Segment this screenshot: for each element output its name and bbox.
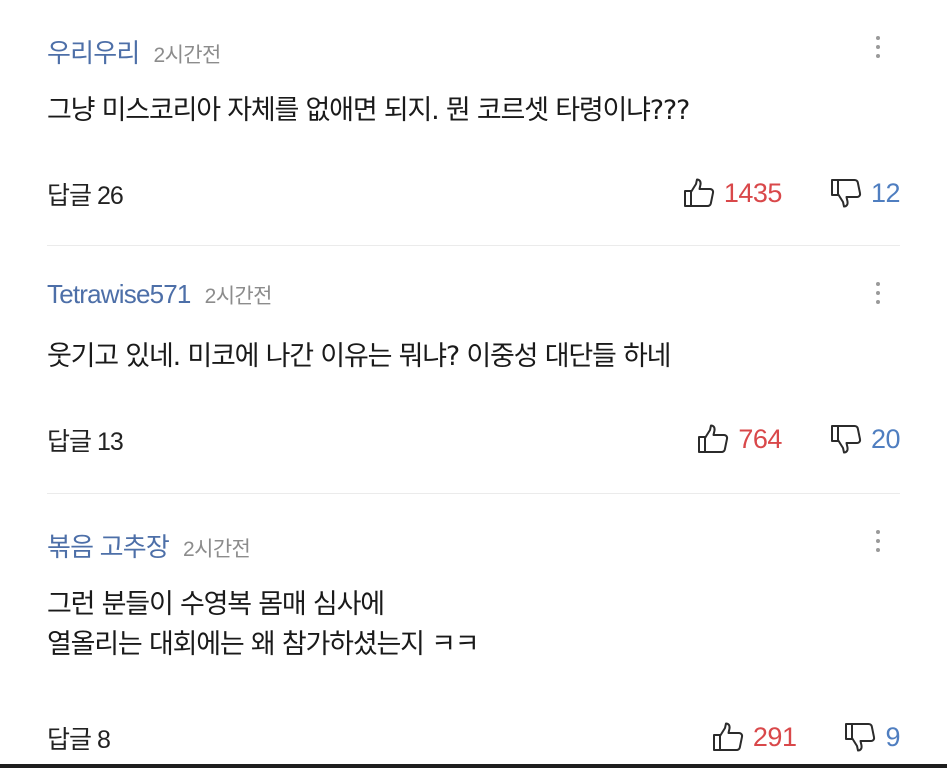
comment-footer: 답글 26 1435 12 (47, 172, 901, 214)
dislike-button[interactable]: 9 (844, 722, 900, 753)
comment-body-line: 열올리는 대회에는 왜 참가하셨는지 ㅋㅋ (47, 629, 480, 660)
thumbs-up-icon (683, 178, 714, 207)
reply-button[interactable]: 답글 13 (47, 422, 124, 458)
thumbs-down-icon (830, 179, 862, 208)
comment-meta: 우리우리 2시간전 (47, 33, 221, 69)
comment-author[interactable]: Tetrawise571 (47, 279, 191, 310)
comment-body: 웃기고 있네. 미코에 나간 이유는 뭐냐? 이중성 대단들 하네 (47, 337, 900, 377)
comment-item: 볶음 고추장 2시간전 그런 분들이 수영복 몸매 심사에 열올리는 대회에는 … (47, 494, 900, 768)
comment-time: 2시간전 (153, 44, 221, 67)
vote-group: 1435 12 (683, 172, 901, 214)
comment-author[interactable]: 볶음 고추장 (47, 527, 170, 564)
vote-group: 764 20 (697, 418, 901, 460)
comment-footer: 답글 13 764 20 (47, 418, 901, 460)
like-button[interactable]: 291 (712, 722, 797, 753)
comment-body-line: 그런 분들이 수영복 몸매 심사에 (47, 589, 385, 620)
comment-time: 2시간전 (204, 285, 273, 308)
comment-body: 그냥 미스코리아 자체를 없애면 되지. 뭔 코르셋 타령이냐??? (47, 91, 900, 131)
comment-item: 우리우리 2시간전 그냥 미스코리아 자체를 없애면 되지. 뭔 코르셋 타령이… (47, 0, 901, 245)
more-vertical-icon[interactable] (868, 276, 888, 310)
comment-body-line: 웃기고 있네. 미코에 나간 이유는 뭐냐? 이중성 대단들 하네 (47, 341, 671, 372)
comment-body-line: 그냥 미스코리아 자체를 없애면 되지. 뭔 코르셋 타령이냐??? (47, 95, 690, 126)
comment-list: 우리우리 2시간전 그냥 미스코리아 자체를 없애면 되지. 뭔 코르셋 타령이… (0, 0, 947, 768)
like-count: 764 (738, 423, 782, 454)
thumbs-down-icon (845, 723, 876, 752)
dislike-count: 20 (870, 423, 901, 454)
like-count: 1435 (723, 177, 783, 208)
dislike-count: 9 (885, 721, 900, 752)
comment-meta: 볶음 고추장 2시간전 (47, 527, 251, 564)
vote-group: 291 9 (712, 716, 900, 758)
comment-time: 2시간전 (183, 538, 251, 561)
thumbs-down-icon (830, 425, 862, 454)
comment-meta: Tetrawise571 2시간전 (47, 279, 272, 315)
bottom-divider (0, 764, 947, 768)
thumbs-up-icon (712, 722, 743, 751)
reply-button[interactable]: 답글 26 (47, 176, 124, 212)
comment-item: Tetrawise571 2시간전 웃기고 있네. 미코에 나간 이유는 뭐냐?… (47, 246, 901, 493)
comment-body: 그런 분들이 수영복 몸매 심사에 열올리는 대회에는 왜 참가하셨는지 ㅋㅋ (47, 585, 900, 665)
like-button[interactable]: 1435 (683, 178, 782, 209)
dislike-button[interactable]: 12 (830, 177, 901, 209)
more-vertical-icon[interactable] (868, 524, 888, 558)
dislike-button[interactable]: 20 (830, 423, 901, 455)
thumbs-up-icon (698, 424, 729, 453)
like-button[interactable]: 764 (697, 424, 782, 455)
more-vertical-icon[interactable] (868, 30, 888, 64)
reply-button[interactable]: 답글 8 (47, 720, 111, 756)
comment-footer: 답글 8 291 9 (47, 716, 900, 758)
dislike-count: 12 (870, 177, 901, 208)
comment-author[interactable]: 우리우리 (47, 33, 140, 70)
like-count: 291 (752, 721, 797, 752)
